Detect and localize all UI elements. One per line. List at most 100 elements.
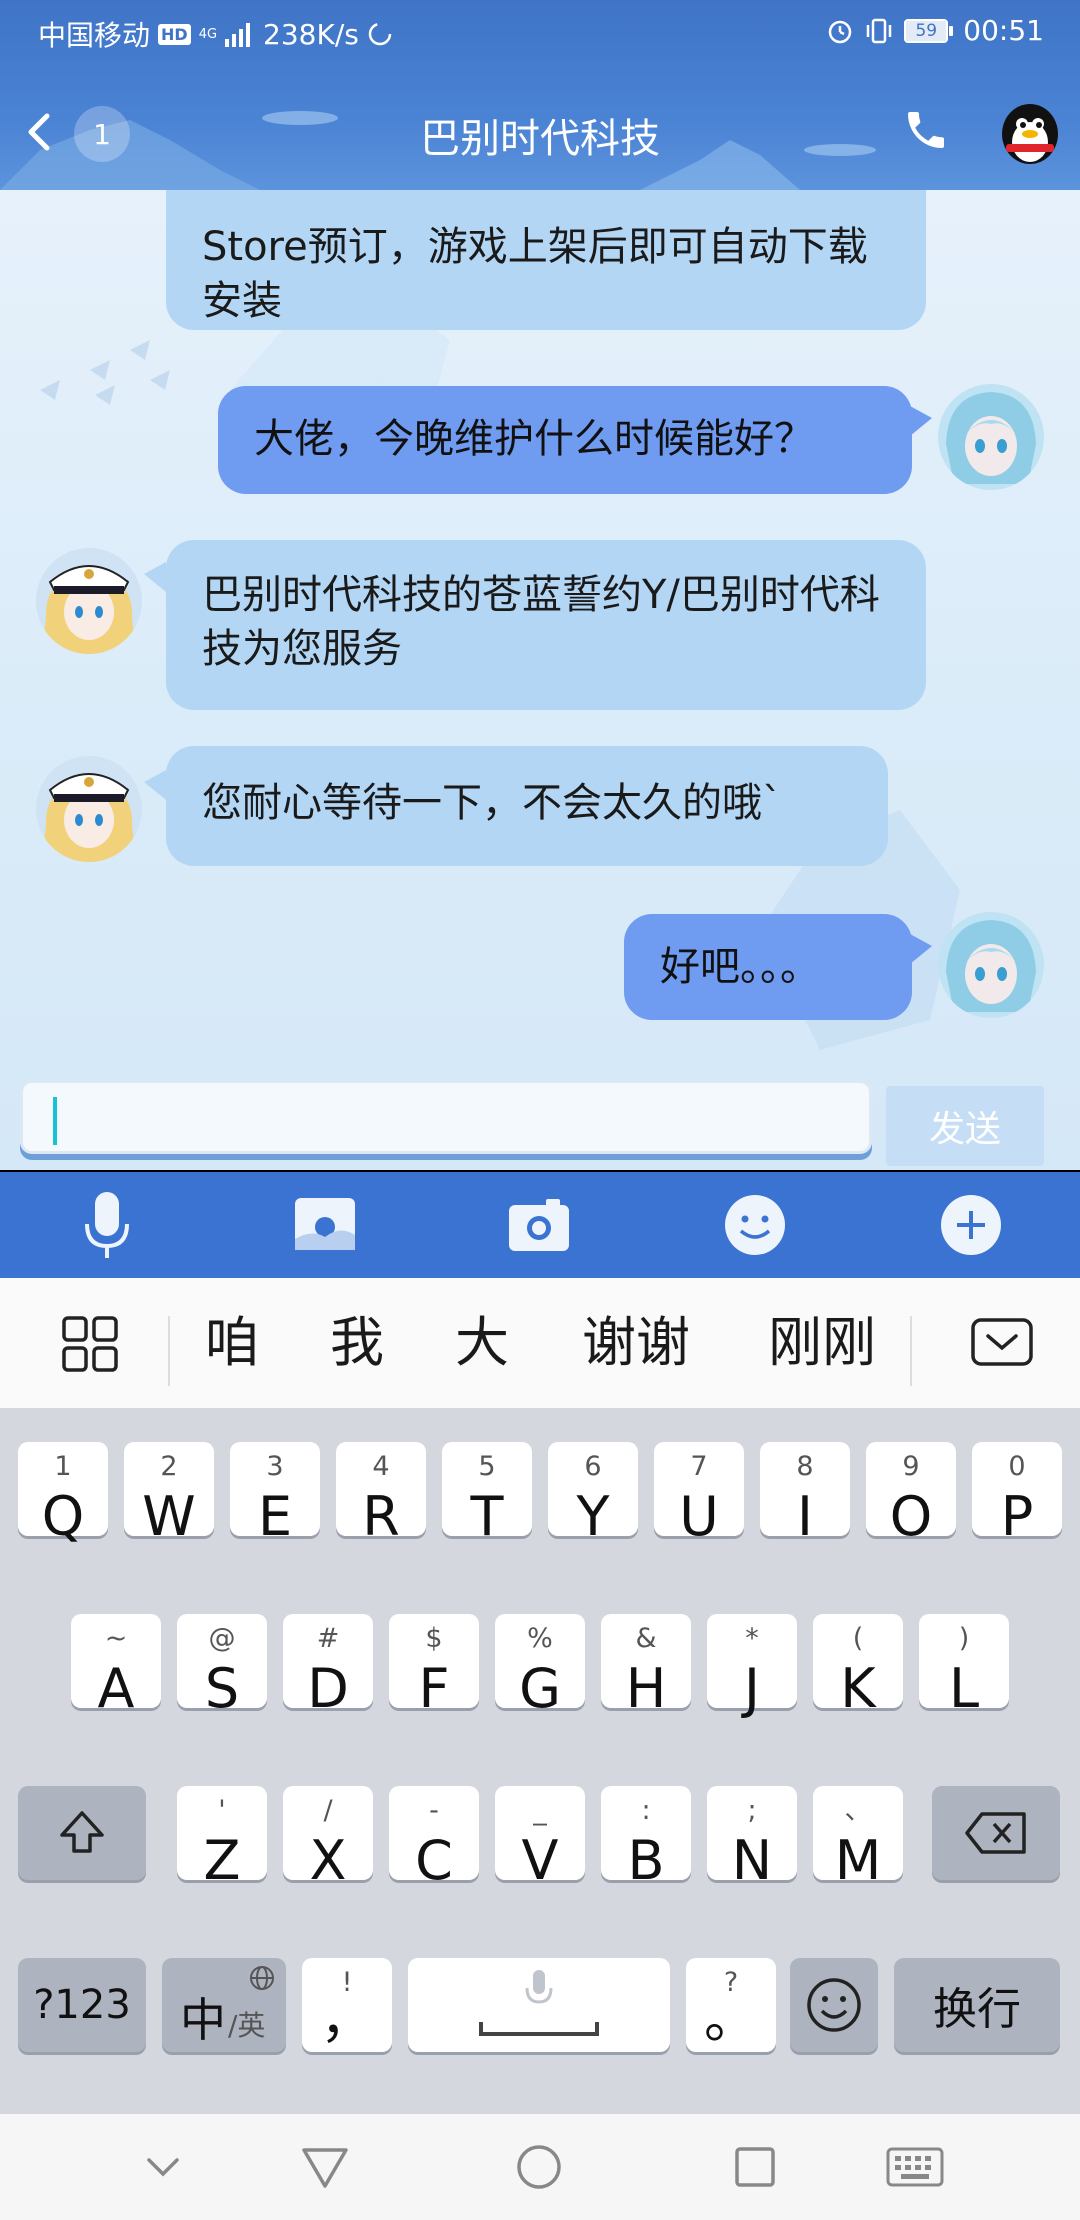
key-u[interactable]: 7U bbox=[654, 1442, 744, 1548]
key-t[interactable]: 5T bbox=[442, 1442, 532, 1548]
key-n[interactable]: ; N bbox=[707, 1786, 797, 1892]
message-bubble-outgoing[interactable]: 好吧。。。 bbox=[624, 914, 912, 1020]
key-m[interactable]: 、 M bbox=[813, 1786, 903, 1892]
battery-icon: 59 bbox=[904, 18, 954, 43]
message-input[interactable] bbox=[20, 1080, 872, 1154]
chat-title: 巴别时代科技 bbox=[420, 116, 660, 162]
recents-nav-button[interactable] bbox=[720, 2136, 790, 2198]
group-profile-button[interactable] bbox=[994, 90, 1066, 170]
collapse-nav-button[interactable] bbox=[128, 2136, 198, 2198]
hd-icon: HD bbox=[158, 23, 191, 45]
chat-toolbar bbox=[0, 1172, 1080, 1278]
carrier-label: 中国移动 bbox=[38, 19, 151, 52]
candidate-word[interactable]: 我 bbox=[330, 1308, 384, 1378]
loading-icon bbox=[368, 22, 392, 46]
camera-button[interactable] bbox=[502, 1188, 576, 1262]
key-j[interactable]: * J bbox=[707, 1614, 797, 1720]
space-key[interactable] bbox=[408, 1958, 670, 2052]
candidate-word[interactable]: 谢谢 bbox=[582, 1308, 690, 1378]
more-button[interactable] bbox=[934, 1188, 1008, 1262]
key-g[interactable]: % G bbox=[495, 1614, 585, 1720]
home-circle-icon bbox=[517, 2145, 561, 2189]
key-x[interactable]: / X bbox=[283, 1786, 373, 1892]
key-o[interactable]: 9O bbox=[866, 1442, 956, 1548]
space-bar-icon bbox=[479, 2022, 599, 2036]
emoji-key[interactable] bbox=[790, 1958, 878, 2052]
key-s[interactable]: @ S bbox=[177, 1614, 267, 1720]
key-b[interactable]: :B bbox=[601, 1786, 691, 1892]
hide-keyboard-button[interactable] bbox=[970, 1314, 1034, 1384]
message-list[interactable]: Store预订，游戏上架后即可自动下载安装 大佬，今晚维护什么时候能好？ 巴别时… bbox=[0, 190, 1080, 1170]
language-main-label: 中 bbox=[180, 1993, 226, 2047]
back-nav-button[interactable] bbox=[290, 2136, 360, 2198]
call-button[interactable] bbox=[894, 98, 958, 162]
key-k[interactable]: (K bbox=[813, 1614, 903, 1720]
key-z[interactable]: ' Z bbox=[177, 1786, 267, 1892]
language-switch-key[interactable]: 中 /英 bbox=[162, 1958, 286, 2052]
key-c[interactable]: -C bbox=[389, 1786, 479, 1892]
alarm-icon bbox=[829, 20, 852, 43]
key-d[interactable]: # D bbox=[283, 1614, 373, 1720]
emoji-icon bbox=[807, 1978, 861, 2032]
sender-avatar[interactable] bbox=[36, 756, 142, 862]
network-type-label: 4G bbox=[198, 26, 218, 42]
symbols-key[interactable]: ?123 bbox=[18, 1958, 146, 2052]
message-bubble-incoming[interactable]: 您耐心等待一下，不会太久的哦` bbox=[166, 746, 888, 866]
key-y[interactable]: 6Y bbox=[548, 1442, 638, 1548]
message-bubble-incoming[interactable]: 巴别时代科技的苍蓝誓约Y/巴别时代科技为您服务 bbox=[166, 540, 926, 710]
period-key[interactable]: ? 。 bbox=[686, 1958, 776, 2052]
message-text: 巴别时代科技的苍蓝誓约Y/巴别时代科技为您服务 bbox=[202, 572, 880, 672]
image-button[interactable] bbox=[288, 1188, 362, 1262]
system-navigation-bar bbox=[0, 2114, 1080, 2220]
chevron-down-icon bbox=[147, 2158, 179, 2177]
keyboard-menu-button[interactable] bbox=[60, 1314, 120, 1384]
key-a[interactable]: ~ A bbox=[71, 1614, 161, 1720]
enter-key[interactable]: 换行 bbox=[894, 1958, 1060, 2052]
unread-count-badge[interactable]: 1 bbox=[74, 106, 130, 162]
grid-icon bbox=[62, 1316, 118, 1372]
keyboard-icon bbox=[886, 2147, 944, 2187]
key-v[interactable]: _ V bbox=[495, 1786, 585, 1892]
message-text: 您耐心等待一下，不会太久的哦` bbox=[202, 780, 782, 826]
candidate-word[interactable]: 咱 bbox=[205, 1308, 259, 1378]
voice-button[interactable] bbox=[70, 1188, 144, 1262]
keyboard-switch-nav-button[interactable] bbox=[880, 2136, 950, 2198]
avatar-image bbox=[938, 384, 1044, 490]
keyboard-collapse-icon bbox=[971, 1318, 1033, 1366]
backspace-key[interactable] bbox=[932, 1786, 1060, 1880]
language-sub-label: /英 bbox=[228, 2009, 266, 2042]
message-text: 大佬，今晚维护什么时候能好？ bbox=[254, 416, 814, 462]
candidate-word[interactable]: 大 bbox=[455, 1308, 509, 1378]
avatar-image bbox=[938, 912, 1044, 1018]
key-q[interactable]: 1Q bbox=[18, 1442, 108, 1548]
key-r[interactable]: 4R bbox=[336, 1442, 426, 1548]
key-e[interactable]: 3E bbox=[230, 1442, 320, 1548]
user-avatar[interactable] bbox=[938, 384, 1044, 490]
text-cursor bbox=[53, 1097, 57, 1145]
message-bubble-outgoing[interactable]: 大佬，今晚维护什么时候能好？ bbox=[218, 386, 912, 494]
microphone-icon bbox=[525, 1970, 553, 2004]
sender-avatar[interactable] bbox=[36, 548, 142, 654]
user-avatar[interactable] bbox=[938, 912, 1044, 1018]
send-button[interactable]: 发送 bbox=[886, 1086, 1044, 1166]
comma-key[interactable]: ! ， bbox=[302, 1958, 392, 2052]
key-w[interactable]: 2W bbox=[124, 1442, 214, 1548]
back-button[interactable] bbox=[14, 102, 64, 162]
plus-icon bbox=[941, 1195, 1001, 1255]
phone-icon bbox=[908, 112, 944, 148]
key-p[interactable]: 0P bbox=[972, 1442, 1062, 1548]
shift-key[interactable] bbox=[18, 1786, 146, 1880]
clock: 00:51 bbox=[963, 14, 1044, 47]
vibrate-icon bbox=[867, 18, 892, 43]
soft-keyboard: 1Q2W3E4R5T6Y7U8I9O0P ~ A @ S # D $ F% G & H * J(K) L … bbox=[0, 1408, 1080, 2114]
message-bubble-incoming[interactable]: Store预订，游戏上架后即可自动下载安装 bbox=[166, 190, 926, 330]
key-f[interactable]: $ F bbox=[389, 1614, 479, 1720]
candidate-word[interactable]: 刚刚 bbox=[768, 1308, 876, 1378]
key-h[interactable]: & H bbox=[601, 1614, 691, 1720]
key-l[interactable]: ) L bbox=[919, 1614, 1009, 1720]
shift-icon bbox=[60, 1811, 104, 1853]
key-i[interactable]: 8I bbox=[760, 1442, 850, 1548]
home-nav-button[interactable] bbox=[504, 2136, 574, 2198]
chevron-left-icon bbox=[28, 113, 50, 151]
emoji-button[interactable] bbox=[718, 1188, 792, 1262]
